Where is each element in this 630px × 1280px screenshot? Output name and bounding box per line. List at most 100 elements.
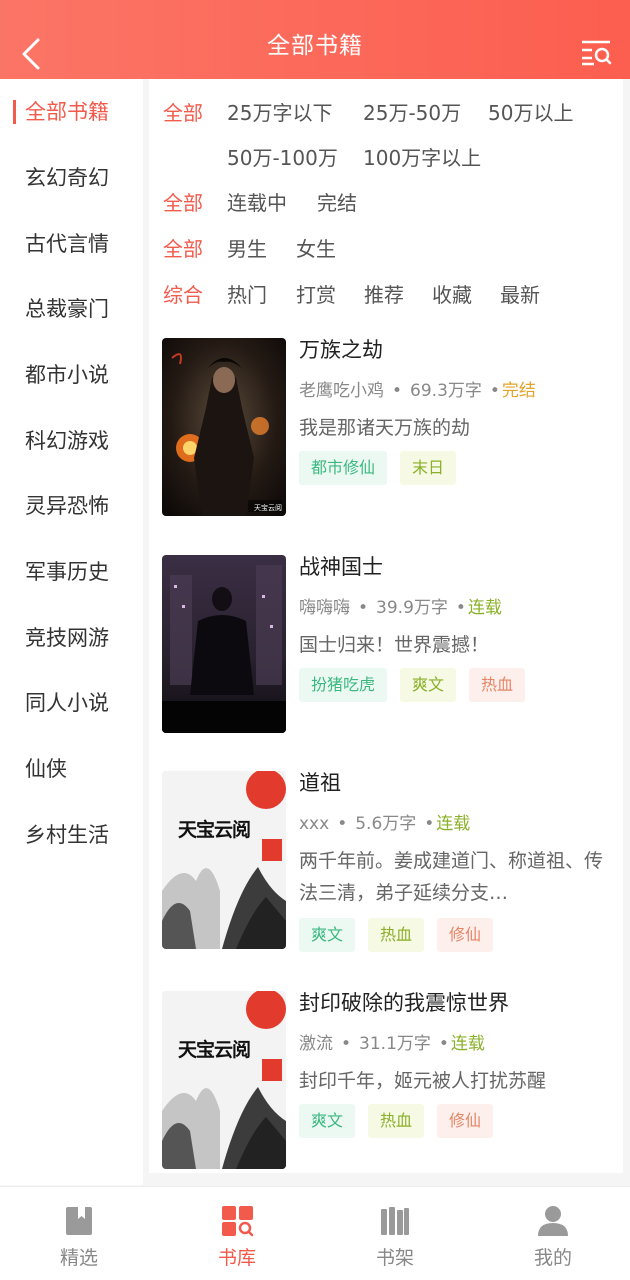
filter-status-finished[interactable]: 完结 (317, 187, 357, 216)
book-tag: 热血 (469, 668, 526, 702)
sidebar-item-ceo[interactable]: 总裁豪门 (0, 283, 143, 335)
tab-bookshelf[interactable]: 书架 (316, 1187, 474, 1280)
tab-profile[interactable]: 我的 (474, 1187, 630, 1280)
book-tag: 热血 (368, 918, 425, 952)
book-meta: xxx • 5.6万字 • 连载 (299, 814, 471, 834)
book-tag: 修仙 (437, 1104, 494, 1138)
book-tags: 都市修仙 末日 (299, 451, 469, 485)
sidebar-item-esports[interactable]: 竞技网游 (0, 612, 143, 664)
sort-tips[interactable]: 打赏 (296, 279, 336, 308)
filter-words-over-50w[interactable]: 50万以上 (488, 97, 573, 126)
book-tag: 末日 (400, 451, 457, 485)
book-meta: 老鹰吃小鸡 • 69.3万字 • 完结 (299, 381, 536, 401)
sidebar-item-rural[interactable]: 乡村生活 (0, 809, 143, 861)
book-tags: 爽文 热血 修仙 (299, 918, 506, 952)
sidebar-item-horror[interactable]: 灵异恐怖 (0, 480, 143, 532)
word-count-filter: 全部 25万字以下 25万-50万 50万以上 50万-100万 100万字以上 (163, 97, 623, 173)
sidebar-item-label: 总裁豪门 (25, 297, 109, 321)
book-tag: 爽文 (400, 668, 457, 702)
sidebar-item-xianxia[interactable]: 仙侠 (0, 743, 143, 795)
filter-words-over-100w[interactable]: 100万字以上 (363, 142, 481, 171)
sidebar-item-label: 古代言情 (25, 232, 109, 256)
book-status: 连载 (450, 1034, 485, 1054)
sidebar-item-label: 同人小说 (25, 691, 109, 715)
book-meta: 嗨嗨嗨 • 39.9万字 • 连载 (299, 598, 502, 618)
book-tag: 修仙 (437, 918, 494, 952)
book-list-panel: 全部 25万字以下 25万-50万 50万以上 50万-100万 100万字以上… (149, 79, 623, 1173)
tab-label: 我的 (533, 1247, 572, 1269)
sidebar-item-ancient-romance[interactable]: 古代言情 (0, 218, 143, 270)
sidebar-item-label: 灵异恐怖 (25, 494, 109, 518)
sidebar-item-label: 竞技网游 (25, 626, 109, 650)
filter-status-all[interactable]: 全部 (163, 187, 203, 216)
bookmark-book-icon (66, 1207, 92, 1235)
sidebar-item-label: 仙侠 (25, 757, 67, 781)
sidebar-item-label: 玄幻奇幻 (25, 166, 109, 190)
book-description: 我是那诸天万族的劫 (299, 417, 471, 439)
filter-words-50w-100w[interactable]: 50万-100万 (227, 142, 338, 171)
search-filter-icon[interactable] (580, 38, 612, 66)
book-item[interactable]: 天宝云阅 封印破除的我震惊世界 激流 • 31.1万字 • 连载 封印千年，姬元被人打扰… (162, 991, 617, 1171)
filter-words-25w-50w[interactable]: 25万-50万 (363, 97, 461, 126)
book-author: 嗨嗨嗨 (299, 598, 350, 618)
book-status: 连载 (467, 598, 502, 618)
book-description: 国士归来！世界震撼！ (299, 634, 490, 656)
filter-words-under-25w[interactable]: 25万字以下 (227, 97, 332, 126)
sidebar-item-fanfic[interactable]: 同人小说 (0, 677, 143, 729)
book-item[interactable]: 天宝云阅 道祖 xxx • 5.6万字 • 连载 两千年前。姜成建道门、称道祖、传法三清… (162, 771, 617, 952)
sort-popular[interactable]: 热门 (227, 279, 267, 308)
sidebar-item-urban[interactable]: 都市小说 (0, 349, 143, 401)
bottom-tab-bar: 精选 书库 书架 我的 (0, 1186, 630, 1280)
book-meta: 激流 • 31.1万字 • 连载 (299, 1034, 485, 1054)
book-title: 战神国士 (299, 555, 383, 579)
book-item[interactable]: 战神国士 嗨嗨嗨 • 39.9万字 • 连载 国士归来！世界震撼！ 扮猪吃虎 爽文 热血 (162, 555, 617, 735)
book-tag: 热血 (368, 1104, 425, 1138)
book-tags: 扮猪吃虎 爽文 热血 (299, 668, 538, 702)
sidebar-item-all[interactable]: 全部书籍 (0, 86, 143, 138)
filter-gender-female[interactable]: 女生 (296, 233, 336, 262)
sidebar-item-label: 都市小说 (25, 363, 109, 387)
book-item[interactable]: 天宝云阅 万族之劫 老鹰吃小鸡 • 69.3万字 • 完结 我是那诸天万族的劫 都市修仙… (162, 338, 617, 518)
page-title: 全部书籍 (267, 33, 363, 59)
sidebar-item-label: 全部书籍 (25, 100, 109, 124)
sort-recommended[interactable]: 推荐 (364, 279, 404, 308)
book-status: 连载 (436, 814, 471, 834)
sidebar-item-label: 科幻游戏 (25, 429, 109, 453)
book-tag: 爽文 (299, 918, 356, 952)
book-word-count: 31.1万字 (359, 1034, 431, 1054)
book-title: 道祖 (299, 771, 341, 795)
book-author: xxx (299, 814, 330, 834)
sidebar-item-military[interactable]: 军事历史 (0, 546, 143, 598)
tab-label: 书架 (375, 1247, 414, 1269)
tab-library[interactable]: 书库 (158, 1187, 316, 1280)
sort-favorites[interactable]: 收藏 (432, 279, 472, 308)
sidebar-item-fantasy[interactable]: 玄幻奇幻 (0, 152, 143, 204)
cover-logo: 天宝云阅 (178, 819, 251, 841)
sort-comprehensive[interactable]: 综合 (163, 279, 203, 308)
book-tag: 扮猪吃虎 (299, 668, 388, 702)
book-status: 完结 (501, 381, 536, 401)
sort-filter: 综合 热门 打赏 推荐 收藏 最新 (163, 279, 623, 309)
cover-watermark: 天宝云阅 (254, 504, 282, 512)
book-tag: 爽文 (299, 1104, 356, 1138)
book-word-count: 39.9万字 (376, 598, 448, 618)
book-author: 激流 (299, 1034, 333, 1054)
filter-words-all[interactable]: 全部 (163, 97, 203, 126)
book-author: 老鹰吃小鸡 (299, 381, 384, 401)
book-cover: 天宝云阅 (162, 338, 286, 516)
sort-newest[interactable]: 最新 (500, 279, 540, 308)
gender-filter: 全部 男生 女生 (163, 233, 463, 263)
filter-status-ongoing[interactable]: 连载中 (227, 187, 287, 216)
sidebar-item-scifi[interactable]: 科幻游戏 (0, 415, 143, 467)
tab-label: 书库 (217, 1247, 256, 1269)
library-grid-search-icon (222, 1206, 254, 1237)
tab-label: 精选 (59, 1247, 98, 1269)
tab-featured[interactable]: 精选 (0, 1187, 158, 1280)
book-cover (162, 555, 286, 733)
book-word-count: 69.3万字 (410, 381, 482, 401)
category-sidebar: 全部书籍 玄幻奇幻 古代言情 总裁豪门 都市小说 科幻游戏 灵异恐怖 军事历史 … (0, 79, 143, 1185)
book-title: 封印破除的我震惊世界 (299, 991, 509, 1015)
filter-gender-male[interactable]: 男生 (227, 233, 267, 262)
filter-gender-all[interactable]: 全部 (163, 233, 203, 262)
book-cover: 天宝云阅 (162, 991, 286, 1169)
